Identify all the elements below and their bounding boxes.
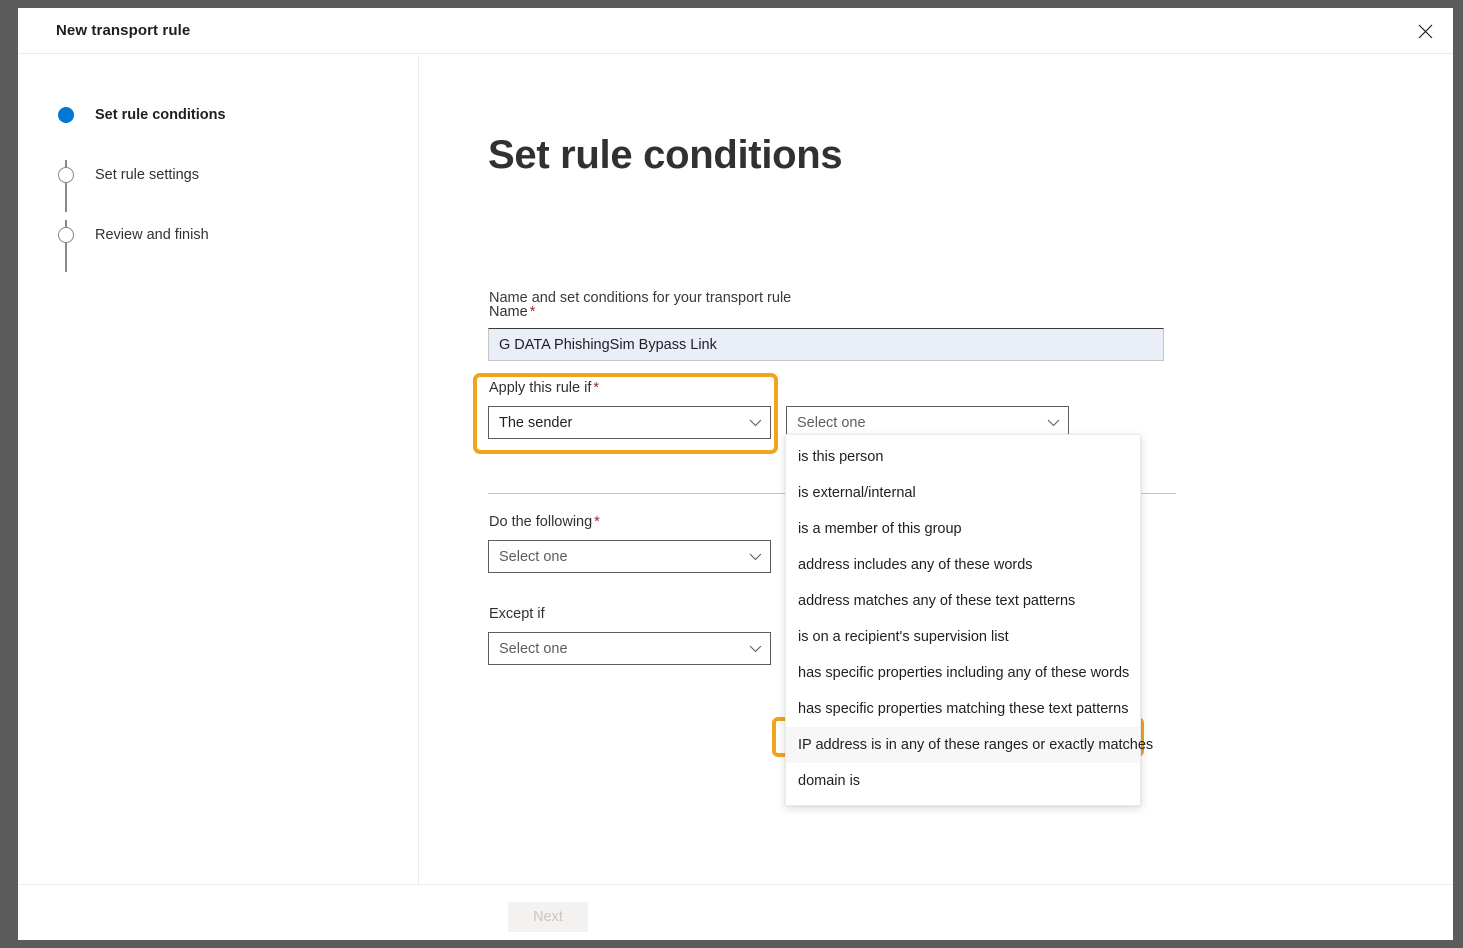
except-if-select[interactable]: Select one: [488, 632, 771, 665]
except-if-value: Select one: [499, 640, 568, 657]
do-the-following-label-text: Do the following: [489, 514, 593, 530]
chevron-down-icon: [740, 553, 770, 561]
menu-item-domain-is[interactable]: domain is: [786, 763, 1140, 799]
except-if-label-text: Except if: [489, 606, 545, 622]
required-marker: *: [593, 380, 600, 396]
step-dot-idle-icon: [58, 167, 74, 183]
menu-item-address-matches-any-of-these-text-patterns[interactable]: address matches any of these text patter…: [786, 583, 1140, 619]
step-dot-idle-icon: [58, 227, 74, 243]
apply-rule-if-secondary-value: Select one: [797, 414, 866, 431]
menu-item-has-specific-properties-including-any-of-these-words[interactable]: has specific properties including any of…: [786, 655, 1140, 691]
wizard-step-set-rule-conditions[interactable]: Set rule conditions: [58, 104, 226, 126]
close-icon[interactable]: [1405, 12, 1445, 50]
dialog-footer: Next: [18, 884, 1453, 940]
chevron-down-icon: [1038, 419, 1068, 427]
wizard-step-label: Review and finish: [95, 227, 209, 243]
do-the-following-select[interactable]: Select one: [488, 540, 771, 573]
dialog-window: New transport rule Set rule conditions S…: [18, 8, 1453, 940]
chevron-down-icon: [740, 419, 770, 427]
menu-item-is-on-a-recipients-supervision-list[interactable]: is on a recipient's supervision list: [786, 619, 1140, 655]
name-input[interactable]: [488, 328, 1164, 361]
apply-rule-if-label-text: Apply this rule if: [489, 380, 592, 396]
menu-item-ip-address-is-in-any-of-these-ranges-or-exactly-matches[interactable]: IP address is in any of these ranges or …: [786, 727, 1153, 763]
wizard-step-review-and-finish[interactable]: Review and finish: [58, 224, 209, 246]
menu-item-has-specific-properties-matching-these-text-patterns[interactable]: has specific properties matching these t…: [786, 691, 1140, 727]
name-label-text: Name: [489, 304, 528, 320]
name-field-label: Name *: [489, 304, 535, 320]
page-title: Set rule conditions: [488, 133, 843, 177]
wizard-step-label: Set rule conditions: [95, 107, 226, 123]
apply-rule-if-label: Apply this rule if *: [489, 380, 599, 396]
menu-item-is-this-person[interactable]: is this person: [786, 439, 1140, 475]
menu-item-address-includes-any-of-these-words[interactable]: address includes any of these words: [786, 547, 1140, 583]
apply-rule-if-primary-select[interactable]: The sender: [488, 406, 771, 439]
step-dot-active-icon: [58, 107, 74, 123]
apply-rule-if-primary-value: The sender: [499, 414, 573, 431]
wizard-step-label: Set rule settings: [95, 167, 199, 183]
required-marker: *: [594, 514, 600, 530]
wizard-step-rail: Set rule conditions Set rule settings Re…: [18, 55, 419, 884]
menu-item-is-external-internal[interactable]: is external/internal: [786, 475, 1140, 511]
wizard-step-set-rule-settings[interactable]: Set rule settings: [58, 164, 199, 186]
except-if-label: Except if: [489, 606, 547, 622]
condition-dropdown-menu: is this person is external/internal is a…: [785, 434, 1153, 806]
next-button[interactable]: Next: [508, 902, 588, 932]
chevron-down-icon: [740, 645, 770, 653]
dialog-titlebar: New transport rule: [18, 8, 1453, 54]
required-marker: *: [529, 304, 536, 320]
dialog-title: New transport rule: [56, 22, 191, 39]
menu-item-is-a-member-of-this-group[interactable]: is a member of this group: [786, 511, 1140, 547]
main-content: Set rule conditions Name and set conditi…: [420, 55, 1453, 884]
do-the-following-label: Do the following *: [489, 514, 600, 530]
do-the-following-value: Select one: [499, 548, 568, 565]
screen-background: New transport rule Set rule conditions S…: [0, 0, 1463, 948]
